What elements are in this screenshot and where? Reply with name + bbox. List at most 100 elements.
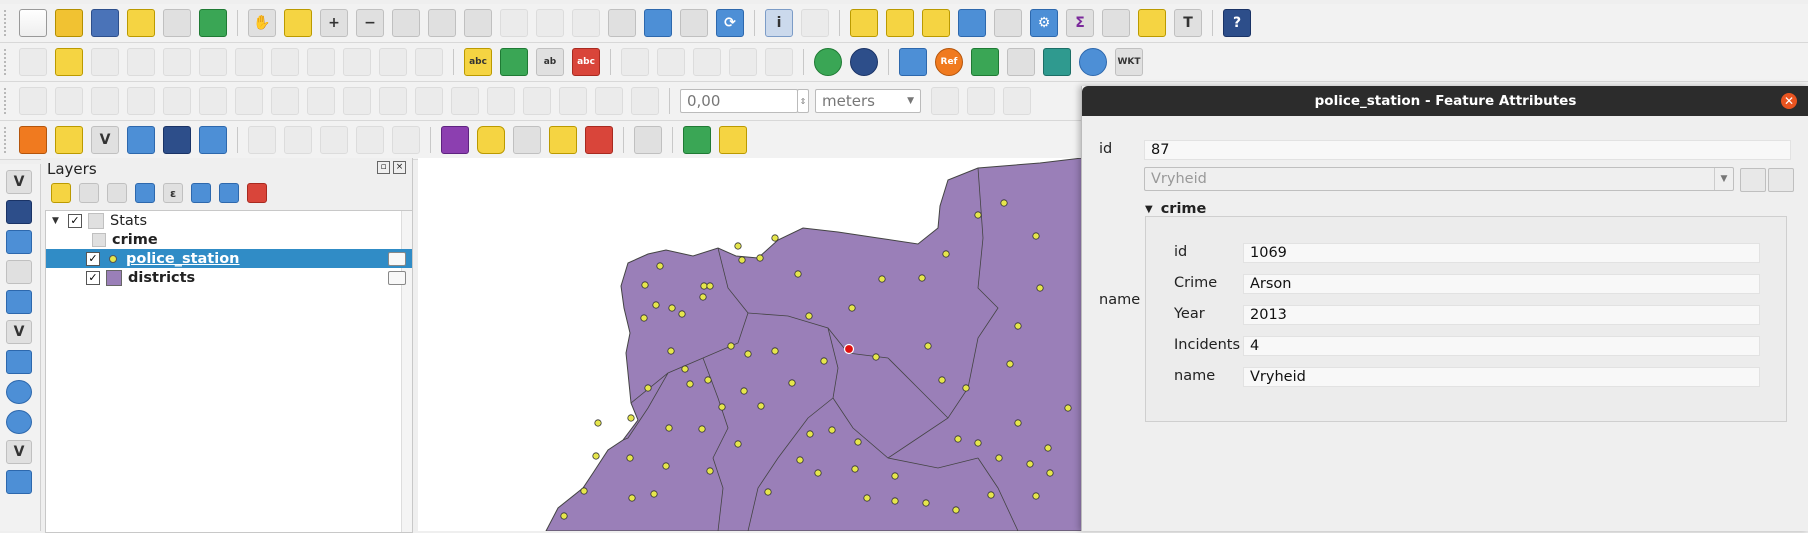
zoom-last-icon[interactable]: [536, 9, 564, 37]
zoom-to-layer-icon[interactable]: [464, 9, 492, 37]
pan-map-icon[interactable]: ✋: [248, 9, 276, 37]
units-select[interactable]: meters ▼: [815, 89, 921, 113]
new-print-layout-icon[interactable]: [127, 9, 155, 37]
undo-icon[interactable]: [379, 48, 407, 76]
add-wms-layer-icon[interactable]: [6, 380, 32, 404]
digitize-icon-15[interactable]: [523, 87, 551, 115]
toolbar-grip[interactable]: [4, 10, 9, 36]
layer-row[interactable]: ✓ districts: [46, 268, 412, 287]
measure-icon[interactable]: [1102, 9, 1130, 37]
add-geopackage-icon[interactable]: [6, 290, 32, 314]
run-action-icon[interactable]: [801, 9, 829, 37]
layer-checkbox[interactable]: ✓: [86, 251, 100, 266]
attribute-table-icon[interactable]: [958, 9, 986, 37]
shape-tool-icon-3[interactable]: [320, 126, 348, 154]
profile-tool-icon[interactable]: [634, 126, 662, 154]
digitize-icon-18[interactable]: [631, 87, 659, 115]
digitize-icon-10[interactable]: [343, 87, 371, 115]
digitize-icon-2[interactable]: [55, 87, 83, 115]
style-manager-icon[interactable]: [199, 9, 227, 37]
wkt-plugin-icon[interactable]: WKT: [1115, 48, 1143, 76]
location-pin-icon[interactable]: [585, 126, 613, 154]
processing-plugin-icon[interactable]: [971, 48, 999, 76]
toolbar-grip[interactable]: [4, 49, 9, 75]
add-mesh-layer-icon[interactable]: [6, 230, 32, 254]
save-project-icon[interactable]: [91, 9, 119, 37]
digitize-icon-9[interactable]: [307, 87, 335, 115]
new-vector-icon[interactable]: V: [91, 126, 119, 154]
modify-attributes-icon[interactable]: [199, 48, 227, 76]
filter-legend-icon[interactable]: [135, 183, 155, 203]
diagram-tool-icon[interactable]: [500, 48, 528, 76]
digitize-icon-1[interactable]: [19, 87, 47, 115]
digitize-icon-13[interactable]: [451, 87, 479, 115]
shape-tool-icon-4[interactable]: [356, 126, 384, 154]
label-tool-icon[interactable]: abc: [464, 48, 492, 76]
related-name-field[interactable]: Vryheid: [1243, 367, 1760, 387]
map-canvas[interactable]: [418, 158, 1082, 531]
close-panel-icon[interactable]: ×: [393, 161, 406, 174]
help-icon[interactable]: ?: [1223, 9, 1251, 37]
reload-plugin-icon[interactable]: [1079, 48, 1107, 76]
current-edits-icon[interactable]: [19, 48, 47, 76]
digitize-icon-14[interactable]: [487, 87, 515, 115]
zoom-to-selection-icon[interactable]: [428, 9, 456, 37]
rotate-label-icon[interactable]: [657, 48, 685, 76]
new-geopackage-icon[interactable]: [55, 126, 83, 154]
paste-features-icon[interactable]: [343, 48, 371, 76]
digitize-icon-3[interactable]: [91, 87, 119, 115]
redo-icon[interactable]: [415, 48, 443, 76]
digitize-icon-12[interactable]: [415, 87, 443, 115]
float-panel-icon[interactable]: ▫: [377, 161, 390, 174]
add-virtual-layer-icon[interactable]: V: [6, 440, 32, 464]
raster-calc-icon[interactable]: [441, 126, 469, 154]
plugin-tool-icon[interactable]: [719, 126, 747, 154]
close-icon[interactable]: ✕: [1781, 93, 1797, 109]
new-shapefile-icon[interactable]: [19, 126, 47, 154]
cad-tool-icon[interactable]: [1003, 87, 1031, 115]
add-postgis-icon[interactable]: [6, 350, 32, 374]
zoom-native-icon[interactable]: [500, 9, 528, 37]
name-relation-combo[interactable]: Vryheid ▼: [1144, 167, 1734, 191]
toggle-editing-icon[interactable]: [55, 48, 83, 76]
open-layer-styling-icon[interactable]: [51, 183, 71, 203]
pan-to-selection-icon[interactable]: [284, 9, 312, 37]
database-icon[interactable]: [477, 126, 505, 154]
zoom-out-icon[interactable]: −: [356, 9, 384, 37]
network-plugin-icon[interactable]: [850, 48, 878, 76]
digitize-icon-5[interactable]: [163, 87, 191, 115]
text-annotation-icon[interactable]: T: [1174, 9, 1202, 37]
add-spatialite-icon[interactable]: V: [6, 320, 32, 344]
add-delimited-text-icon[interactable]: [6, 260, 32, 284]
move-label-icon[interactable]: [621, 48, 649, 76]
virtual-layer-icon[interactable]: [199, 126, 227, 154]
shape-tool-icon-2[interactable]: [284, 126, 312, 154]
digitize-icon-7[interactable]: [235, 87, 263, 115]
globe-plugin-icon[interactable]: [814, 48, 842, 76]
tolerance-spinner[interactable]: ⇕: [797, 89, 809, 113]
show-bookmarks-icon[interactable]: [680, 9, 708, 37]
add-feature-icon[interactable]: [127, 48, 155, 76]
shape-tool-icon-5[interactable]: [392, 126, 420, 154]
add-raster-layer-icon[interactable]: [6, 200, 32, 224]
group-checkbox[interactable]: ✓: [68, 213, 82, 228]
change-label-icon[interactable]: [693, 48, 721, 76]
layer-row-selected[interactable]: ✓ police_station: [46, 249, 412, 268]
tolerance-input[interactable]: 0,00: [680, 89, 798, 113]
digitize-icon-6[interactable]: [199, 87, 227, 115]
digitize-icon-17[interactable]: [595, 87, 623, 115]
close-geometry-icon[interactable]: [967, 87, 995, 115]
collapse-all-icon[interactable]: [219, 183, 239, 203]
manage-visibility-icon[interactable]: [107, 183, 127, 203]
show-hide-labels-icon[interactable]: [729, 48, 757, 76]
open-project-icon[interactable]: [55, 9, 83, 37]
map-tips-icon[interactable]: [1138, 9, 1166, 37]
highlight-labels-icon[interactable]: abc: [572, 48, 600, 76]
digitize-icon-8[interactable]: [271, 87, 299, 115]
new-temporary-layer-icon[interactable]: [163, 126, 191, 154]
delete-selected-icon[interactable]: [235, 48, 263, 76]
year-field[interactable]: 2013: [1243, 305, 1760, 325]
field-calculator-icon[interactable]: [994, 9, 1022, 37]
toolbar-grip[interactable]: [4, 88, 9, 114]
id-field[interactable]: 87: [1144, 140, 1791, 160]
